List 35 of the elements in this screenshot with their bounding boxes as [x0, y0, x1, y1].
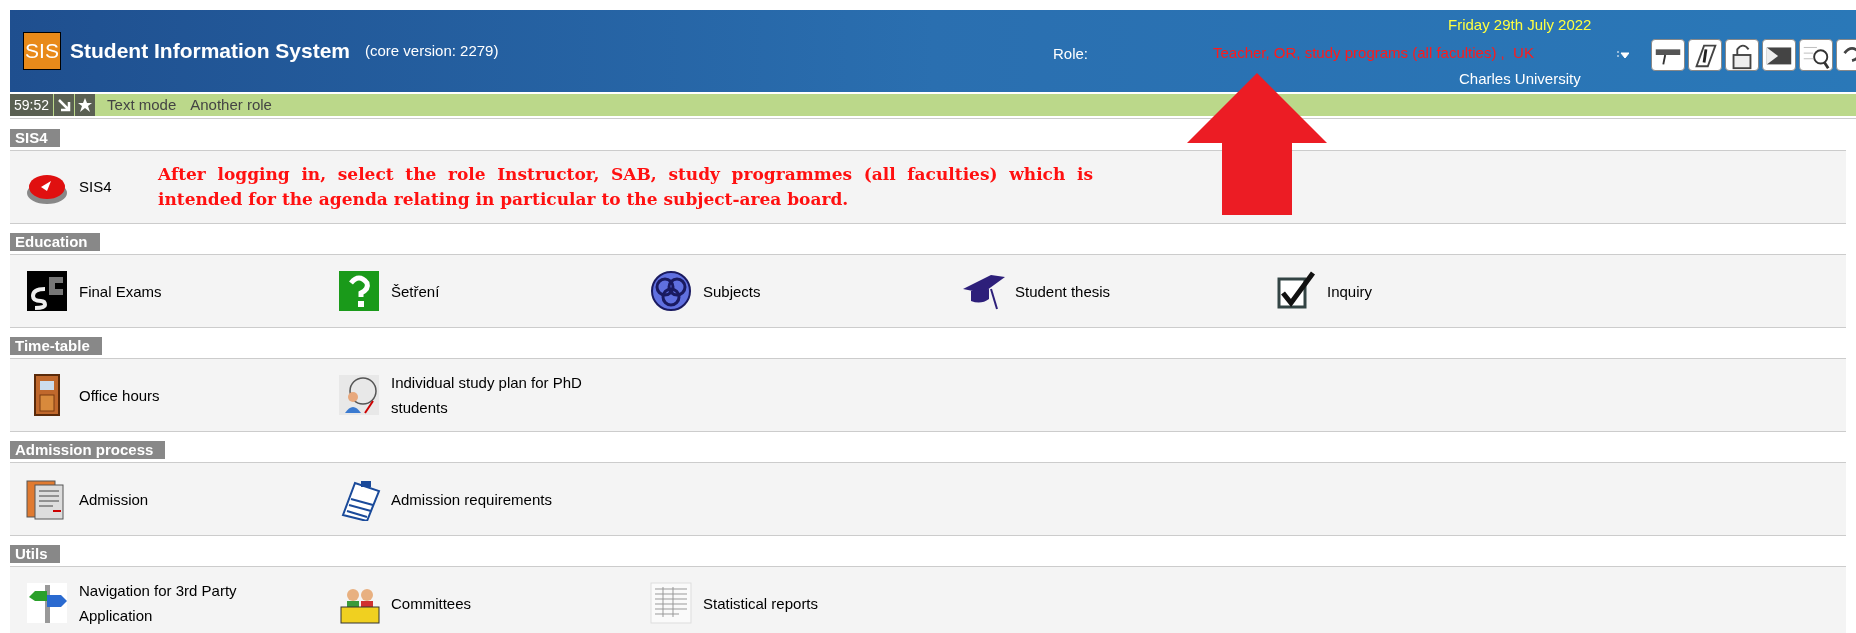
menu-link[interactable]: Student thesis — [1015, 278, 1245, 304]
role-label: Role: — [1053, 44, 1089, 64]
toolbar-link[interactable]: Text mode — [107, 93, 177, 117]
menu-link[interactable]: Inquiry — [1327, 278, 1557, 304]
menu-link[interactable]: Admission — [79, 486, 309, 512]
section-header: SIS4 — [10, 129, 60, 147]
section-header: Admission process — [10, 441, 166, 459]
letter-s-icon — [25, 269, 69, 313]
menu-link[interactable]: Individual study plan for PhD students — [391, 370, 621, 420]
app-title: Student Information System — [70, 38, 351, 65]
date-text: Friday 29th July 2022 — [1448, 15, 1592, 35]
person-target-icon — [337, 373, 381, 417]
menu-link[interactable]: Statistical reports — [703, 590, 933, 616]
section-header: Utils — [10, 545, 60, 563]
menu-link[interactable]: Committees — [391, 590, 621, 616]
knot-icon — [649, 269, 693, 313]
toolbar-link[interactable]: Another role — [190, 93, 272, 117]
menu-link[interactable]: Office hours — [79, 382, 309, 408]
section-header: Time-table — [10, 337, 102, 355]
menu-link[interactable]: Final Exams — [79, 278, 309, 304]
menu-link[interactable]: Navigation for 3rd Party Application — [79, 578, 309, 628]
university-name: Charles University — [1459, 69, 1581, 89]
version-text: (core version: 2279) — [365, 40, 499, 61]
menu-link[interactable]: Šetření — [391, 278, 621, 304]
signpost-icon — [25, 581, 69, 625]
menu-link[interactable]: Subjects — [703, 278, 933, 304]
question-mark-icon — [337, 269, 381, 313]
logo: SIS — [23, 32, 61, 70]
session-timer: 59:52 — [10, 94, 54, 116]
menu-link[interactable]: SIS4 — [79, 175, 112, 199]
section-header: Education — [10, 233, 100, 251]
report-sheet-icon — [649, 581, 693, 625]
dropdown-caret-icon[interactable] — [1617, 50, 1629, 60]
menu-link[interactable]: Admission requirements — [391, 486, 621, 512]
instruction-note: After logging in, select the role Instructor, SAB, study programmes (all faculties) which is intended for the agenda relating in particular to the subject-area board. — [158, 163, 1093, 211]
